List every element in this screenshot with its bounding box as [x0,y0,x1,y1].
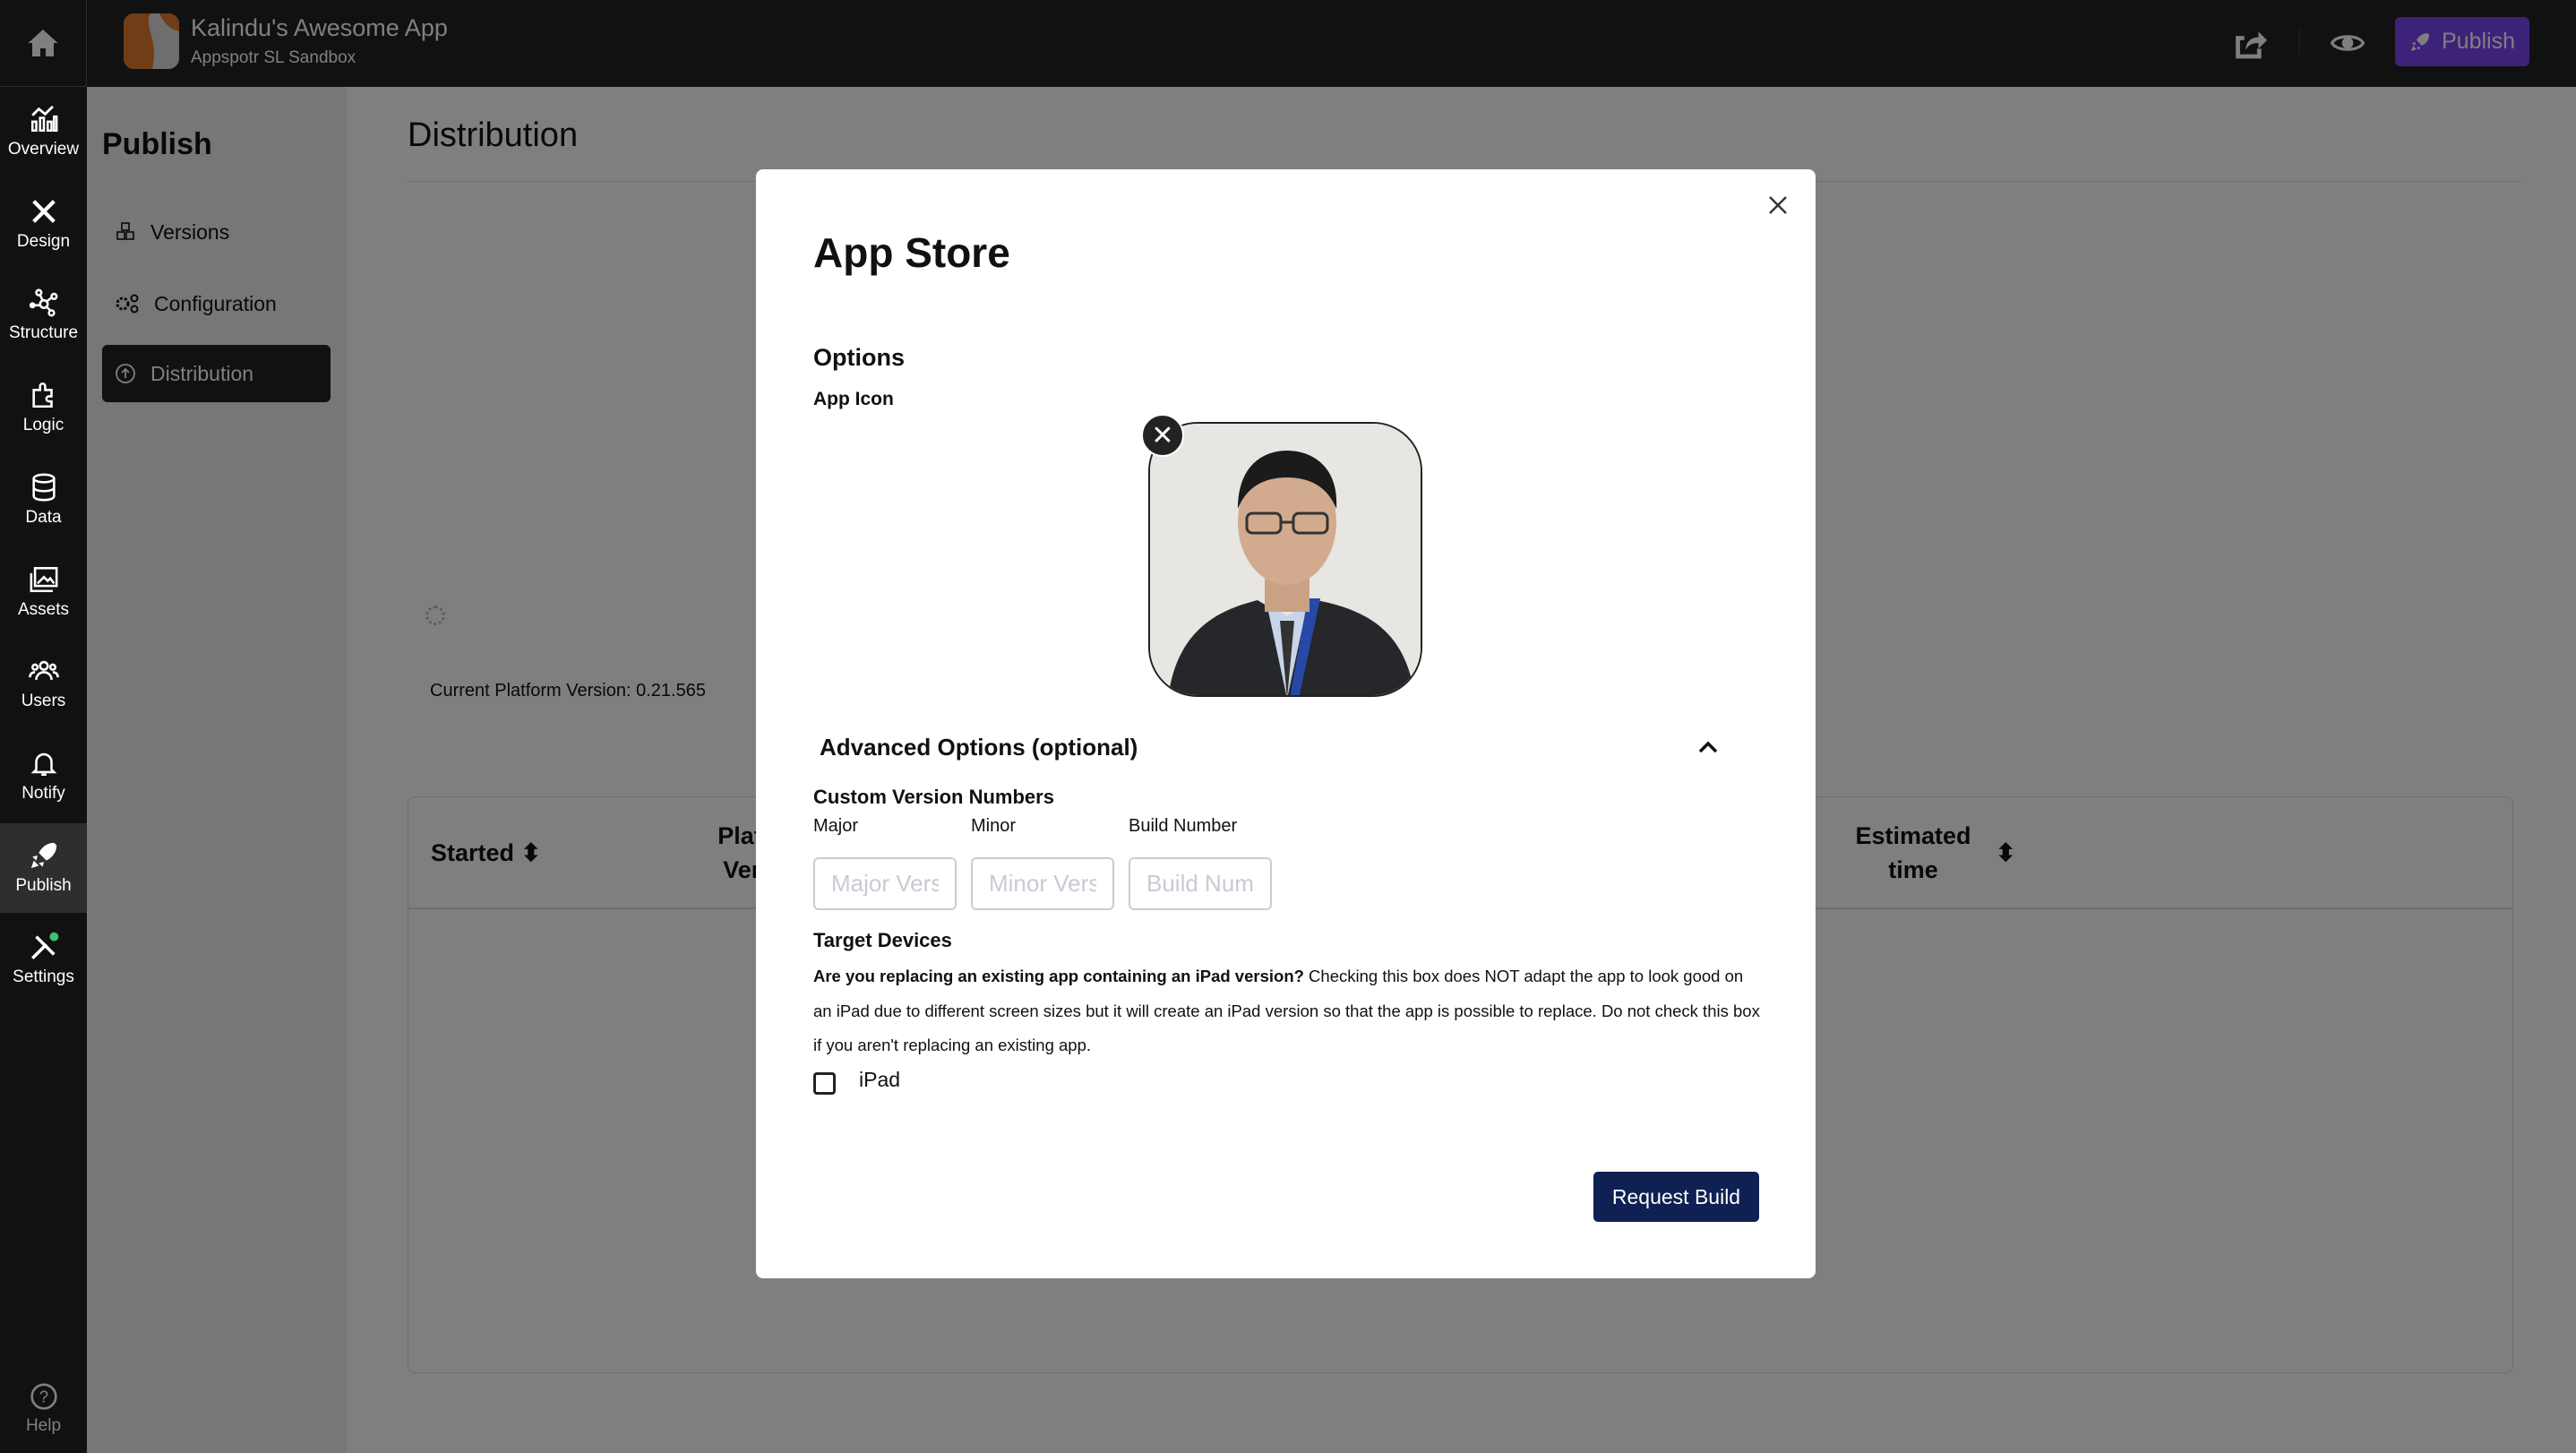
build-number-input[interactable] [1129,857,1272,910]
remove-icon-button[interactable]: ✕ [1141,414,1184,457]
app-icon-image[interactable] [1148,422,1422,697]
rail-item-assets[interactable]: Assets [0,547,87,637]
rail-item-label: Structure [8,323,79,343]
minor-version-input[interactable] [971,857,1114,910]
settings-icon [30,933,58,960]
rail-item-data[interactable]: Data [0,455,87,545]
design-tools-icon [31,199,56,223]
ipad-checkbox[interactable] [813,1072,836,1095]
rail-item-label: Design [16,231,71,251]
rail-item-label: Data [25,507,62,527]
rail-item-settings[interactable]: Settings [0,915,87,1004]
database-icon [31,473,56,502]
chart-icon [30,105,57,133]
rail-item-design[interactable]: Design [0,179,87,269]
rail-item-users[interactable]: Users [0,639,87,728]
chevron-up-icon[interactable] [1695,734,1722,761]
request-build-button[interactable]: Request Build [1593,1172,1759,1222]
images-icon [30,566,57,592]
ipad-label[interactable]: iPad [859,1068,900,1092]
bell-icon [30,752,56,776]
minor-label: Minor [971,816,1017,836]
rail-item-overview[interactable]: Overview [0,87,87,176]
target-devices-heading: Target Devices [813,929,952,951]
major-version-input[interactable] [813,857,957,910]
structure-icon [29,288,57,317]
app-icon-label: App Icon [813,389,894,409]
close-icon [1769,196,1787,214]
rail-item-label: Publish [15,875,72,895]
rail-item-label: Notify [21,783,65,803]
build-number-label: Build Number [1129,816,1238,836]
users-icon [28,660,59,681]
ipad-question: Are you replacing an existing app contai… [813,967,1304,985]
major-label: Major [813,816,859,836]
rail-item-notify[interactable]: Notify [0,731,87,821]
rail-item-label: Users [21,692,66,711]
app-store-modal: App Store Options App Icon ✕ Advanced Op… [756,169,1816,1278]
close-button[interactable] [1764,191,1792,219]
puzzle-icon [31,383,53,408]
options-heading: Options [813,344,905,371]
rail-item-label: Overview [7,140,80,159]
rail-item-label: Assets [17,599,70,619]
rail-item-label: Settings [13,967,74,987]
rail-item-publish[interactable]: Publish [0,822,87,913]
rail-item-label: Logic [22,416,64,435]
close-icon: ✕ [1151,420,1174,451]
custom-version-heading: Custom Version Numbers [813,786,1054,808]
rocket-icon [30,842,56,868]
advanced-options-toggle[interactable]: Advanced Options (optional) [820,734,1138,761]
ipad-explanation: Are you replacing an existing app contai… [813,959,1763,1063]
modal-title: App Store [813,229,1010,276]
rail-item-structure[interactable]: Structure [0,271,87,360]
rail-item-logic[interactable]: Logic [0,363,87,452]
